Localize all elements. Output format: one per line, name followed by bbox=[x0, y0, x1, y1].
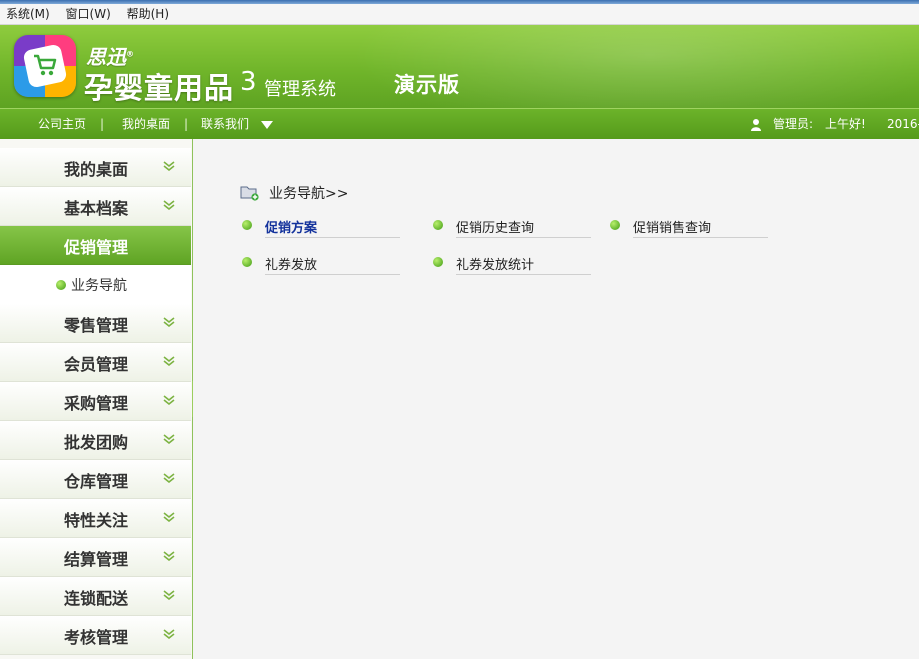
menu-system[interactable]: 系统(M) bbox=[0, 4, 56, 24]
sidebar-item-label: 促销管理 bbox=[64, 238, 129, 257]
sidebar-item-features[interactable]: 特性关注 bbox=[0, 499, 191, 538]
chevron-down-icon bbox=[163, 590, 175, 600]
nav-entry-promotion-sales[interactable]: 促销销售查询 bbox=[610, 215, 768, 238]
nav-separator: | bbox=[100, 117, 105, 131]
sidebar-item-label: 仓库管理 bbox=[64, 472, 129, 491]
sidebar-item-warehouse[interactable]: 仓库管理 bbox=[0, 460, 191, 499]
sidebar-item-my-desktop[interactable]: 我的桌面 bbox=[0, 148, 191, 187]
sidebar-item-label: 零售管理 bbox=[64, 316, 129, 335]
sidebar-item-promotion[interactable]: 促销管理 bbox=[0, 226, 191, 265]
sidebar-item-label: 考核管理 bbox=[64, 628, 129, 647]
chevron-down-icon bbox=[163, 161, 175, 171]
nav-my-desktop[interactable]: 我的桌面 bbox=[122, 109, 170, 140]
sidebar-item-member[interactable]: 会员管理 bbox=[0, 343, 191, 382]
nav-company-home[interactable]: 公司主页 bbox=[38, 109, 86, 140]
sidebar: 我的桌面 基本档案 促销管理 业务导航 零售管理 会员管理 采购管理 批发团购 … bbox=[0, 139, 193, 659]
header-banner: 思迅® 孕婴童用品 3 管理系统 演示版 bbox=[0, 25, 919, 108]
chevron-down-icon bbox=[163, 317, 175, 327]
brand-name: 孕婴童用品 bbox=[84, 71, 235, 105]
sidebar-item-label: 特性关注 bbox=[64, 511, 129, 530]
sidebar-item-purchase[interactable]: 采购管理 bbox=[0, 382, 191, 421]
sidebar-item-retail[interactable]: 零售管理 bbox=[0, 304, 191, 343]
sidebar-subitem-business-nav[interactable]: 业务导航 bbox=[0, 265, 191, 304]
nav-entry-promotion-plan[interactable]: 促销方案 bbox=[242, 215, 400, 238]
sidebar-item-label: 我的桌面 bbox=[64, 160, 129, 179]
admin-label: 管理员: bbox=[773, 117, 814, 131]
chevron-down-icon bbox=[163, 395, 175, 405]
shopping-cart-icon bbox=[34, 54, 57, 76]
brand-version: 3 bbox=[240, 67, 257, 97]
sidebar-item-distribution[interactable]: 连锁配送 bbox=[0, 577, 191, 616]
menu-window[interactable]: 窗口(W) bbox=[60, 4, 117, 24]
nav-entry-label: 礼券发放 bbox=[265, 258, 318, 273]
chevron-down-icon bbox=[163, 512, 175, 522]
chevron-down-icon bbox=[163, 551, 175, 561]
main-content: 业务导航>> 促销方案 促销历史查询 促销销售查询 礼券发放 礼券发放统计 bbox=[193, 139, 919, 659]
chevron-down-icon bbox=[163, 629, 175, 639]
dropdown-arrow-icon[interactable] bbox=[261, 121, 273, 129]
bullet-icon bbox=[56, 280, 66, 290]
chevron-down-icon bbox=[163, 434, 175, 444]
bullet-icon bbox=[610, 220, 620, 230]
folder-add-icon bbox=[240, 186, 259, 201]
sidebar-item-label: 会员管理 bbox=[64, 355, 129, 374]
user-icon bbox=[751, 119, 761, 131]
nav-entry-promotion-history[interactable]: 促销历史查询 bbox=[433, 215, 591, 238]
sidebar-item-wholesale[interactable]: 批发团购 bbox=[0, 421, 191, 460]
menu-bar: 系统(M) 窗口(W) 帮助(H) bbox=[0, 4, 919, 25]
nav-contact-us[interactable]: 联系我们 bbox=[201, 109, 249, 140]
nav-entry-label: 礼券发放统计 bbox=[456, 258, 535, 273]
chevron-down-icon bbox=[163, 200, 175, 210]
sidebar-item-settlement[interactable]: 结算管理 bbox=[0, 538, 191, 577]
nav-entry-label: 促销销售查询 bbox=[633, 221, 712, 236]
sidebar-item-label: 采购管理 bbox=[64, 394, 129, 413]
sidebar-subitem-label: 业务导航 bbox=[71, 278, 127, 294]
top-nav-bar: 公司主页 | 我的桌面 | 联系我们 管理员: 上午好! 2016-0 bbox=[0, 108, 919, 162]
sidebar-item-label: 批发团购 bbox=[64, 433, 129, 452]
sidebar-item-assessment[interactable]: 考核管理 bbox=[0, 616, 191, 655]
app-logo bbox=[14, 35, 76, 97]
nav-entry-voucher-issue[interactable]: 礼券发放 bbox=[242, 252, 400, 275]
nav-entry-label: 促销方案 bbox=[265, 221, 318, 236]
sidebar-item-label: 结算管理 bbox=[64, 550, 129, 569]
nav-entry-label: 促销历史查询 bbox=[456, 221, 535, 236]
nav-separator: | bbox=[184, 117, 189, 131]
nav-entry-voucher-stats[interactable]: 礼券发放统计 bbox=[433, 252, 591, 275]
bullet-icon bbox=[242, 220, 252, 230]
sidebar-item-basic-archive[interactable]: 基本档案 bbox=[0, 187, 191, 226]
menu-help[interactable]: 帮助(H) bbox=[121, 4, 175, 24]
edition-label: 演示版 bbox=[394, 73, 460, 97]
business-nav-title-text: 业务导航>> bbox=[269, 186, 349, 202]
sidebar-item-label: 连锁配送 bbox=[64, 589, 129, 608]
chevron-down-icon bbox=[163, 356, 175, 366]
chevron-down-icon bbox=[163, 473, 175, 483]
bullet-icon bbox=[433, 220, 443, 230]
brand-system-text: 管理系统 bbox=[264, 79, 336, 100]
sidebar-item-label: 基本档案 bbox=[64, 199, 129, 218]
bullet-icon bbox=[242, 257, 252, 267]
greeting-text: 上午好! bbox=[825, 117, 866, 131]
bullet-icon bbox=[433, 257, 443, 267]
